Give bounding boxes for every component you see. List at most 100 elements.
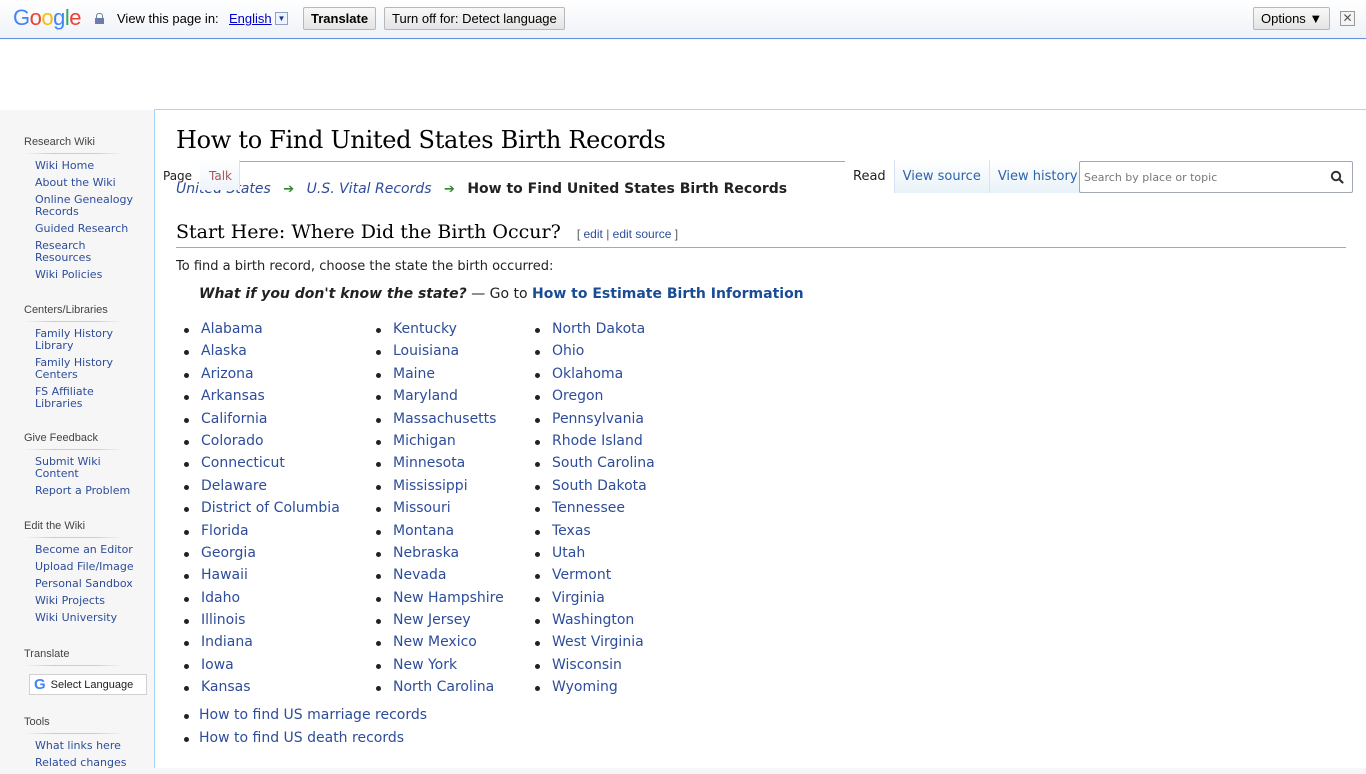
bracket: [ (576, 227, 581, 241)
tab-page[interactable]: Page (163, 169, 192, 183)
state-link[interactable]: Delaware (201, 478, 267, 494)
state-link[interactable]: Texas (552, 523, 591, 539)
state-link[interactable]: Rhode Island (552, 433, 643, 449)
state-link[interactable]: Louisiana (393, 343, 459, 359)
estimate-birth-info-link[interactable]: How to Estimate Birth Information (532, 286, 804, 302)
state-link[interactable]: Ohio (552, 343, 584, 359)
state-link[interactable]: California (201, 411, 267, 427)
turn-off-button[interactable]: Turn off for: Detect language (384, 7, 565, 30)
state-link[interactable]: Wyoming (552, 679, 618, 695)
state-link[interactable]: Arizona (201, 366, 254, 382)
state-link[interactable]: Massachusetts (393, 411, 496, 427)
related-record-link[interactable]: How to find US marriage records (199, 707, 427, 723)
state-link[interactable]: Arkansas (201, 388, 265, 404)
state-link[interactable]: Connecticut (201, 455, 285, 471)
state-link[interactable]: New York (393, 657, 457, 673)
state-link[interactable]: West Virginia (552, 634, 644, 650)
sidebar-item-become-editor[interactable]: Become an Editor (35, 544, 135, 556)
state-link[interactable]: Iowa (201, 657, 234, 673)
state-link[interactable]: Minnesota (393, 455, 465, 471)
state-link[interactable]: Idaho (201, 590, 240, 606)
state-link[interactable]: Mississippi (393, 478, 468, 494)
state-link[interactable]: Montana (393, 523, 454, 539)
state-link[interactable]: Oregon (552, 388, 603, 404)
tab-view-history[interactable]: View history (988, 160, 1086, 193)
state-link[interactable]: North Dakota (552, 321, 645, 337)
sidebar-item-family-history-centers[interactable]: Family History Centers (35, 357, 135, 381)
state-link[interactable]: Missouri (393, 500, 451, 516)
state-link[interactable]: Indiana (201, 634, 253, 650)
state-link[interactable]: New Jersey (393, 612, 471, 628)
sidebar-item-wiki-policies[interactable]: Wiki Policies (35, 269, 135, 281)
sidebar-item-related-changes[interactable]: Related changes (35, 757, 135, 769)
select-language-dropdown[interactable]: G Select Language (29, 674, 147, 695)
sidebar-item-submit-wiki-content[interactable]: Submit Wiki Content (35, 456, 135, 480)
state-link[interactable]: Washington (552, 612, 634, 628)
sidebar-item-research-resources[interactable]: Research Resources (35, 240, 135, 264)
state-link[interactable]: Maryland (393, 388, 458, 404)
state-link[interactable]: Kentucky (393, 321, 457, 337)
portal-title: Edit the Wiki (24, 520, 86, 532)
sidebar-item-what-links-here[interactable]: What links here (35, 740, 135, 752)
state-link[interactable]: Kansas (201, 679, 251, 695)
state-link[interactable]: Virginia (552, 590, 605, 606)
list-item: Michigan (368, 433, 504, 455)
sidebar-item-wiki-university[interactable]: Wiki University (35, 612, 135, 624)
state-link[interactable]: Vermont (552, 567, 611, 583)
language-link[interactable]: English (229, 11, 272, 26)
search-input[interactable] (1080, 169, 1320, 185)
sidebar-item-report-problem[interactable]: Report a Problem (35, 485, 135, 497)
state-link[interactable]: Pennsylvania (552, 411, 644, 427)
state-link[interactable]: District of Columbia (201, 500, 340, 516)
search-icon[interactable] (1330, 170, 1344, 184)
state-link[interactable]: Florida (201, 523, 249, 539)
list-item: Maryland (368, 388, 504, 410)
arrow-right-icon: ➔ (443, 182, 455, 197)
state-link[interactable]: Wisconsin (552, 657, 622, 673)
translate-button[interactable]: Translate (303, 7, 377, 30)
state-link[interactable]: Illinois (201, 612, 245, 628)
language-dropdown-icon[interactable]: ▼ (275, 12, 288, 25)
list-item: Tennessee (527, 500, 655, 522)
state-link[interactable]: Alabama (201, 321, 263, 337)
state-link[interactable]: Tennessee (552, 500, 625, 516)
tab-read[interactable]: Read (845, 160, 894, 193)
close-icon[interactable]: ✕ (1340, 11, 1355, 26)
sidebar-item-family-history-library[interactable]: Family History Library (35, 328, 135, 352)
related-record-link[interactable]: How to find US death records (199, 730, 404, 746)
sidebar-item-online-genealogy-records[interactable]: Online Genealogy Records (35, 194, 135, 218)
sidebar-item-about-wiki[interactable]: About the Wiki (35, 177, 135, 189)
state-link[interactable]: Nevada (393, 567, 446, 583)
state-link[interactable]: Maine (393, 366, 435, 382)
sidebar-item-fs-affiliate-libraries[interactable]: FS Affiliate Libraries (35, 386, 135, 410)
state-link[interactable]: New Hampshire (393, 590, 504, 606)
state-link[interactable]: Hawaii (201, 567, 248, 583)
edit-source-link[interactable]: edit source (613, 227, 672, 241)
state-link[interactable]: Nebraska (393, 545, 459, 561)
tab-view-source[interactable]: View source (893, 160, 989, 193)
options-button[interactable]: Options ▼ (1253, 7, 1331, 30)
portal-title: Give Feedback (24, 432, 98, 444)
state-link[interactable]: North Carolina (393, 679, 494, 695)
state-link[interactable]: Michigan (393, 433, 456, 449)
state-link[interactable]: Georgia (201, 545, 256, 561)
sidebar-item-wiki-home[interactable]: Wiki Home (35, 160, 135, 172)
list-item: Arizona (176, 366, 340, 388)
state-link[interactable]: Utah (552, 545, 585, 561)
sidebar-item-wiki-projects[interactable]: Wiki Projects (35, 595, 135, 607)
state-link[interactable]: South Dakota (552, 478, 647, 494)
tab-talk[interactable]: Talk (200, 160, 240, 190)
state-link[interactable]: Colorado (201, 433, 264, 449)
state-link[interactable]: New Mexico (393, 634, 477, 650)
list-item: Alaska (176, 343, 340, 365)
state-link[interactable]: South Carolina (552, 455, 655, 471)
edit-link[interactable]: edit (584, 227, 603, 241)
breadcrumb-us-vital-records[interactable]: U.S. Vital Records (307, 181, 432, 197)
site-header (0, 40, 1366, 110)
state-link[interactable]: Oklahoma (552, 366, 623, 382)
sidebar-item-upload-file[interactable]: Upload File/Image (35, 561, 135, 573)
sidebar-item-personal-sandbox[interactable]: Personal Sandbox (35, 578, 135, 590)
state-link[interactable]: Alaska (201, 343, 247, 359)
sidebar-item-guided-research[interactable]: Guided Research (35, 223, 135, 235)
list-item: Rhode Island (527, 433, 655, 455)
